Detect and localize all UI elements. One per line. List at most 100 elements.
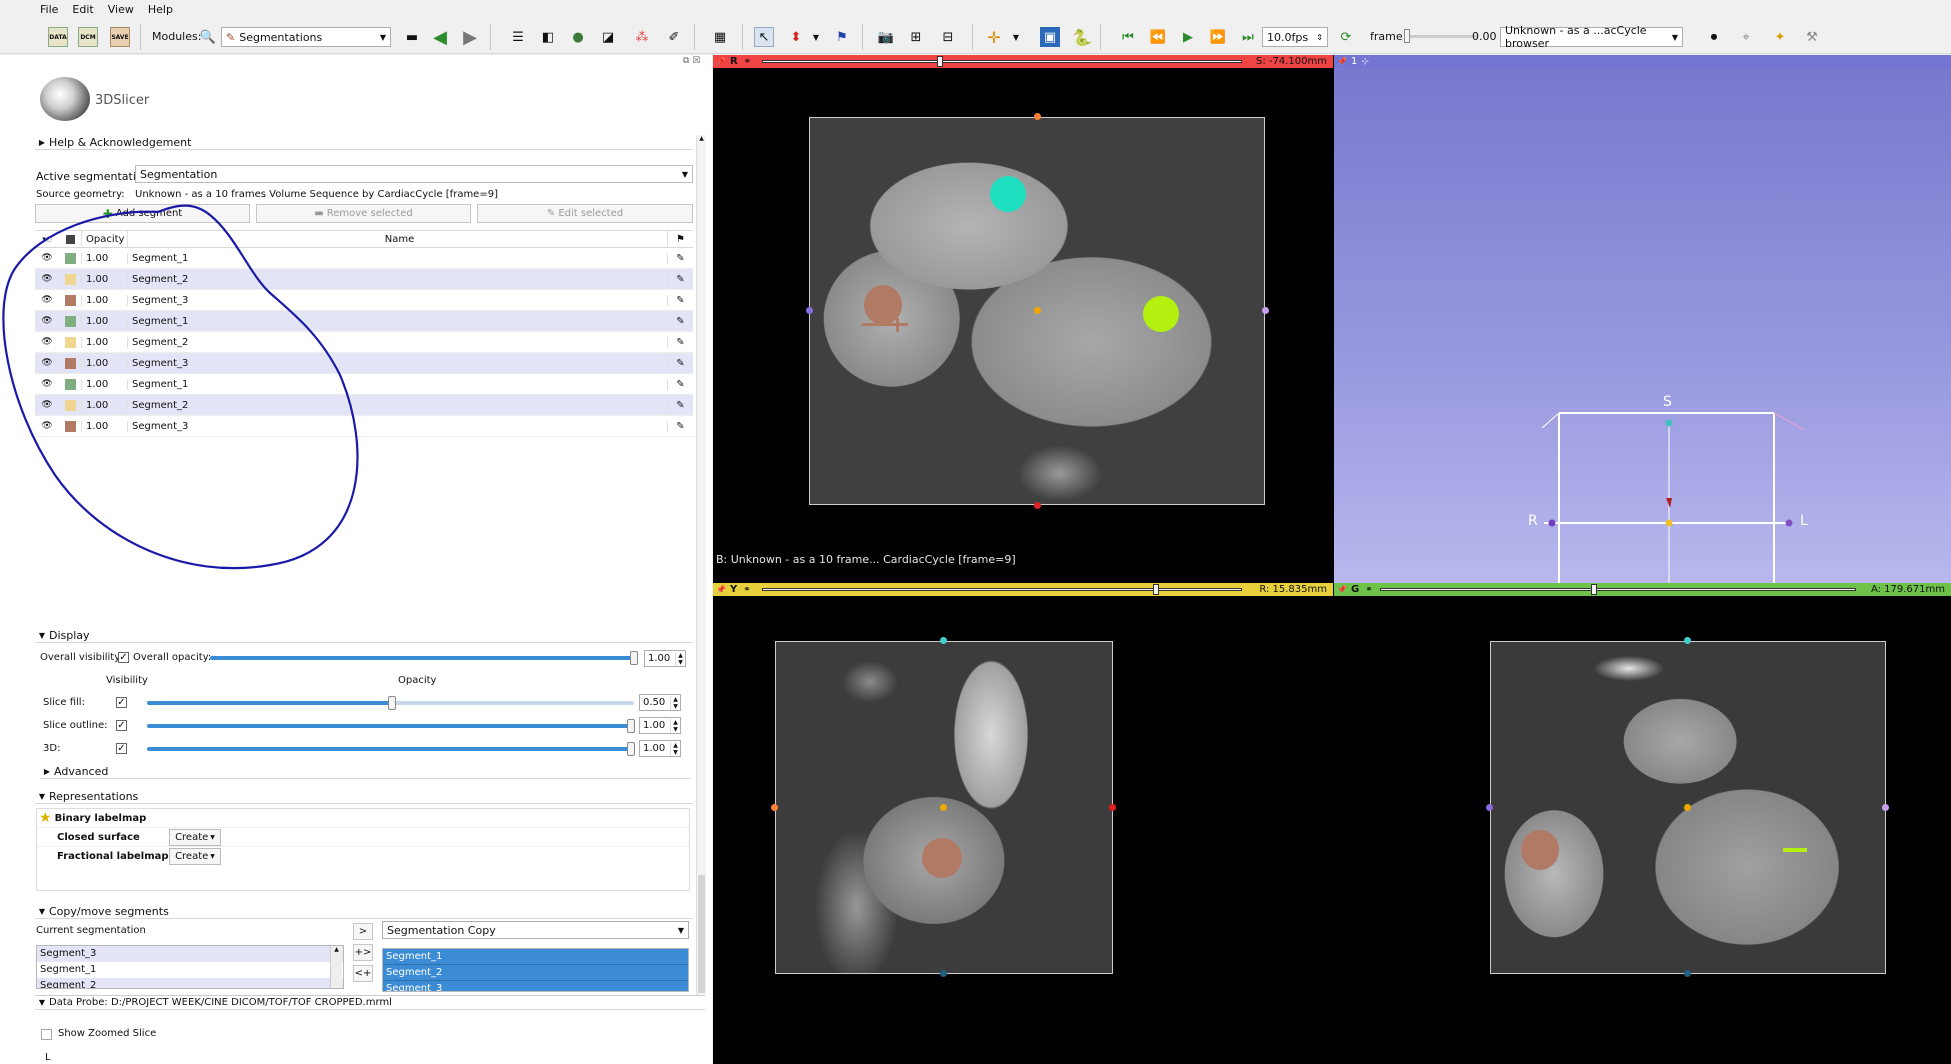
last-frame-icon[interactable]: ⏭: [1238, 27, 1258, 47]
pencil-icon[interactable]: ✎: [667, 294, 693, 306]
current-segments-list[interactable]: Segment_3 Segment_1 Segment_2: [36, 945, 344, 989]
panel-scrollbar-thumb[interactable]: [698, 875, 705, 993]
pin-icon[interactable]: 📌: [716, 585, 726, 594]
transforms-module-icon[interactable]: ◪: [598, 27, 618, 47]
list-item[interactable]: Segment_1: [383, 949, 688, 965]
slice-fill-slider[interactable]: [147, 701, 392, 705]
markups-module-icon[interactable]: ⁂: [632, 27, 652, 47]
module-selector[interactable]: ✎ Segmentations ▼: [221, 27, 391, 47]
link-icon[interactable]: ⚭: [743, 585, 751, 595]
green-slice-slider[interactable]: [1380, 588, 1856, 591]
back-arrow-icon[interactable]: ◀: [430, 27, 450, 48]
extension-manager-icon[interactable]: ▣: [1040, 27, 1060, 47]
list-item[interactable]: Segment_1: [37, 962, 343, 978]
scene-view-icon[interactable]: ⊞: [906, 27, 926, 47]
list-item[interactable]: Segment_3: [383, 981, 688, 991]
overall-visibility-checkbox[interactable]: ✓: [118, 652, 129, 663]
module-history-icon[interactable]: ▬: [402, 27, 422, 47]
yellow-slice-slider-handle[interactable]: [1152, 584, 1159, 595]
volumes-module-icon[interactable]: ◧: [538, 27, 558, 47]
copy-right-button[interactable]: >: [353, 923, 373, 940]
list-item[interactable]: Segment_2: [37, 978, 343, 988]
pencil-icon[interactable]: ✎: [667, 420, 693, 432]
scroll-up-icon[interactable]: ▲: [697, 135, 706, 142]
crosshair-target-icon[interactable]: ⌖: [1736, 27, 1756, 47]
center-view-icon[interactable]: ⊹: [1361, 57, 1369, 67]
red-slice-view[interactable]: B: Unknown - as a 10 frame... CardiacCyc…: [713, 68, 1333, 585]
representations-section-header[interactable]: ▼ Representations: [35, 789, 693, 804]
load-data-button[interactable]: DATA: [48, 27, 68, 47]
binary-labelmap-row[interactable]: ★ Binary labelmap: [37, 809, 689, 828]
display-section-header[interactable]: ▼ Display: [35, 628, 693, 643]
closed-surface-create-button[interactable]: Create ▼: [169, 828, 221, 846]
yellow-slice-slider[interactable]: [762, 588, 1242, 591]
slice-fill-slider-handle[interactable]: [388, 696, 396, 710]
yellow-slice-view[interactable]: [713, 596, 1333, 1064]
slice-outline-checkbox[interactable]: ✓: [116, 720, 127, 731]
copy-move-section-header[interactable]: ▼ Copy/move segments: [35, 904, 693, 919]
green-slice-slider-handle[interactable]: [1591, 584, 1598, 595]
models-module-icon[interactable]: ●: [568, 27, 588, 47]
green-slice-view[interactable]: [1334, 596, 1951, 1064]
pencil-icon[interactable]: ✎: [667, 399, 693, 411]
overall-opacity-slider-handle[interactable]: [630, 651, 638, 665]
panel-float-close-icon[interactable]: ⧉ ☒: [683, 56, 700, 66]
pencil-icon[interactable]: ✎: [667, 273, 693, 285]
slice-outline-slider[interactable]: [147, 724, 631, 728]
flag-icon[interactable]: ⚑: [667, 231, 693, 247]
module-search-icon[interactable]: 🔍: [198, 27, 218, 47]
screenshot-icon[interactable]: 📷: [876, 27, 896, 47]
loop-icon[interactable]: ⟳: [1336, 27, 1356, 47]
help-section-header[interactable]: ▶ Help & Acknowledgement: [35, 135, 693, 150]
fractional-labelmap-create-button[interactable]: Create ▼: [169, 848, 221, 865]
three-d-opacity-spinbox[interactable]: 1.00 ▲ ▼: [639, 740, 681, 757]
pencil-icon[interactable]: ✎: [667, 336, 693, 348]
three-d-checkbox[interactable]: ✓: [116, 743, 127, 754]
dicom-button[interactable]: DCM: [78, 27, 98, 47]
place-dropdown-icon[interactable]: ▼: [806, 27, 826, 47]
slice-fill-spinbox[interactable]: 0.50 ▲ ▼: [639, 694, 681, 711]
overall-opacity-slider[interactable]: [210, 656, 635, 660]
previous-frame-icon[interactable]: ⏪: [1148, 27, 1168, 47]
three-d-opacity-slider[interactable]: [147, 747, 631, 751]
show-zoomed-slice-checkbox[interactable]: [41, 1029, 52, 1040]
menu-view[interactable]: View: [108, 3, 134, 16]
crosshair-dropdown-icon[interactable]: ▼: [1006, 27, 1026, 47]
link-icon[interactable]: ⚭: [744, 57, 752, 67]
pencil-icon[interactable]: ✎: [667, 315, 693, 327]
pin-icon[interactable]: 📌: [1337, 585, 1347, 594]
wrench-icon[interactable]: ⚒: [1802, 27, 1822, 47]
editor-module-icon[interactable]: ✐: [664, 27, 684, 47]
data-probe-header[interactable]: ▼ Data Probe: D:/PROJECT WEEK/CINE DICOM…: [35, 995, 705, 1010]
target-segments-list[interactable]: Segment_1 Segment_2 Segment_3: [382, 948, 689, 992]
fps-spinbox[interactable]: 10.0fps ⇕: [1262, 27, 1328, 47]
slice-outline-spinbox[interactable]: 1.00 ▲ ▼: [639, 717, 681, 734]
pencil-icon[interactable]: ✎: [667, 378, 693, 390]
threed-view[interactable]: S R L: [1334, 68, 1951, 583]
red-slice-slider-handle[interactable]: [936, 56, 943, 67]
edit-selected-button[interactable]: ✎ Edit selected: [477, 204, 693, 223]
save-button[interactable]: SAVE: [110, 27, 130, 47]
play-icon[interactable]: ▶: [1178, 27, 1198, 47]
frame-slider[interactable]: [1404, 35, 1478, 38]
advanced-section-header[interactable]: ▶ Advanced: [40, 764, 690, 779]
link-icon[interactable]: ⚭: [1365, 585, 1373, 595]
active-segmentation-selector[interactable]: Segmentation ▼: [135, 165, 693, 183]
list-item[interactable]: Segment_3: [37, 946, 343, 962]
move-left-button[interactable]: <+: [353, 965, 373, 982]
panel-scrollbar[interactable]: ▲: [696, 135, 706, 995]
move-right-button[interactable]: +>: [353, 944, 373, 961]
overall-opacity-spinbox[interactable]: 1.00 ▲ ▼: [644, 650, 686, 667]
crosshair-icon[interactable]: ✛: [984, 27, 1004, 47]
data-module-icon[interactable]: ☰: [508, 27, 528, 47]
select-mode-icon[interactable]: ↖: [754, 27, 774, 47]
frame-slider-handle[interactable]: [1404, 29, 1410, 43]
three-d-opacity-slider-handle[interactable]: [627, 742, 635, 756]
pin-icon[interactable]: 📌: [716, 57, 726, 66]
forward-arrow-icon[interactable]: ▶: [460, 27, 480, 48]
pencil-icon[interactable]: ✎: [667, 252, 693, 264]
menu-file[interactable]: File: [40, 3, 58, 16]
wand-icon[interactable]: ✦: [1770, 27, 1790, 47]
pin-icon[interactable]: 📌: [1337, 57, 1347, 66]
record-icon[interactable]: ⏺: [1704, 27, 1724, 47]
